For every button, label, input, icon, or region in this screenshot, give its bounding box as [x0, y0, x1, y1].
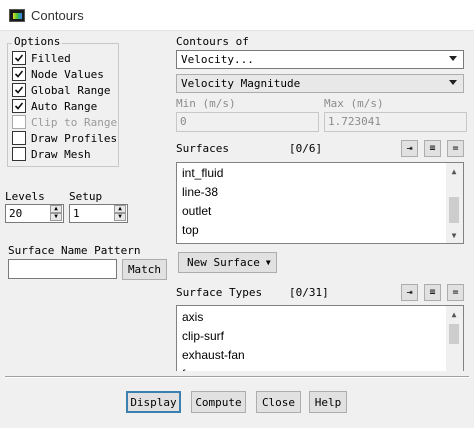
- option-draw-profiles[interactable]: Draw Profiles: [12, 131, 117, 145]
- checkbox: [12, 115, 26, 129]
- scroll-up-icon[interactable]: ▲: [446, 163, 462, 179]
- separator: [5, 376, 469, 378]
- levels-down-arrow-icon[interactable]: ▼: [50, 213, 62, 221]
- display-button[interactable]: Display: [126, 391, 181, 413]
- option-label: Draw Profiles: [31, 131, 118, 145]
- scroll-up-icon[interactable]: ▲: [446, 306, 462, 322]
- select-all-icon[interactable]: ≡: [424, 140, 441, 157]
- help-button[interactable]: Help: [309, 391, 347, 413]
- checkbox[interactable]: [12, 83, 26, 97]
- contours-of-label: Contours of: [176, 35, 249, 48]
- setup-up-arrow-icon[interactable]: ▲: [114, 205, 126, 213]
- checkbox[interactable]: [12, 99, 26, 113]
- list-item[interactable]: exhaust-fan: [177, 346, 446, 365]
- checkbox[interactable]: [12, 147, 26, 161]
- setup-spinner[interactable]: 1 ▲ ▼: [69, 204, 128, 223]
- checkbox[interactable]: [12, 131, 26, 145]
- scroll-thumb[interactable]: [449, 197, 459, 223]
- list-item[interactable]: axis: [177, 308, 446, 327]
- select-all-icon[interactable]: ≡: [424, 284, 441, 301]
- max-label: Max (m/s): [324, 97, 384, 110]
- deselect-all-icon[interactable]: =: [447, 140, 464, 157]
- surface-types-label: Surface Types: [176, 286, 263, 299]
- new-surface-button[interactable]: New Surface ▼: [178, 252, 277, 273]
- compute-button[interactable]: Compute: [191, 391, 246, 413]
- levels-label: Levels: [5, 190, 45, 203]
- list-item[interactable]: int_fluid: [177, 164, 446, 183]
- app-icon: [9, 9, 25, 22]
- surface-types-scrollbar[interactable]: ▲: [446, 306, 463, 371]
- min-field[interactable]: 0: [176, 112, 319, 132]
- surfaces-scrollbar[interactable]: ▲ ▼: [446, 163, 463, 243]
- option-label: Draw Mesh: [31, 147, 91, 161]
- checkbox[interactable]: [12, 51, 26, 65]
- match-button[interactable]: Match: [122, 259, 167, 280]
- window-title: Contours: [31, 8, 84, 23]
- levels-up-arrow-icon[interactable]: ▲: [50, 205, 62, 213]
- setup-label: Setup: [69, 190, 103, 203]
- levels-value: 20: [9, 207, 23, 220]
- select-toggle-icon[interactable]: ⇥: [401, 284, 418, 301]
- option-clip-to-range: Clip to Range: [12, 115, 117, 129]
- close-button[interactable]: Close: [256, 391, 301, 413]
- chevron-down-icon: [449, 80, 457, 85]
- new-surface-label: New Surface: [187, 256, 260, 269]
- surfaces-list[interactable]: int_fluid line-38 outlet top ▲ ▼: [176, 162, 464, 244]
- option-draw-mesh[interactable]: Draw Mesh: [12, 147, 91, 161]
- option-filled[interactable]: Filled: [12, 51, 71, 65]
- surface-types-count: [0/31]: [289, 286, 329, 299]
- chevron-down-icon: [449, 56, 457, 61]
- surface-name-pattern-input[interactable]: [8, 259, 117, 279]
- surface-types-list[interactable]: axisclip-surfexhaust-fanf ▲: [176, 305, 464, 371]
- checkbox[interactable]: [12, 67, 26, 81]
- options-legend: Options: [12, 35, 63, 48]
- option-label: Node Values: [31, 67, 104, 81]
- surfaces-count: [0/6]: [289, 142, 323, 155]
- contours-category-dropdown[interactable]: Velocity...: [176, 50, 464, 69]
- list-item[interactable]: clip-surf: [177, 327, 446, 346]
- option-global-range[interactable]: Global Range: [12, 83, 110, 97]
- scroll-down-icon[interactable]: ▼: [446, 227, 462, 243]
- option-label: Clip to Range: [31, 115, 118, 129]
- select-toggle-icon[interactable]: ⇥: [401, 140, 418, 157]
- list-item[interactable]: outlet: [177, 202, 446, 221]
- chevron-down-icon: ▼: [265, 258, 271, 267]
- list-item[interactable]: f: [177, 365, 446, 371]
- contours-category-value: Velocity...: [181, 53, 254, 66]
- levels-spinner[interactable]: 20 ▲ ▼: [5, 204, 64, 223]
- surfaces-label: Surfaces: [176, 142, 229, 155]
- min-label: Min (m/s): [176, 97, 236, 110]
- setup-value: 1: [73, 207, 80, 220]
- option-label: Auto Range: [31, 99, 98, 113]
- option-auto-range[interactable]: Auto Range: [12, 99, 97, 113]
- contours-quantity-dropdown[interactable]: Velocity Magnitude: [176, 74, 464, 93]
- option-label: Filled: [31, 51, 71, 65]
- list-item[interactable]: line-38: [177, 183, 446, 202]
- deselect-all-icon[interactable]: =: [447, 284, 464, 301]
- title-bar: Contours: [0, 0, 474, 31]
- max-field[interactable]: 1.723041: [324, 112, 467, 132]
- surface-name-pattern-label: Surface Name Pattern: [8, 244, 141, 257]
- option-label: Global Range: [31, 83, 111, 97]
- setup-down-arrow-icon[interactable]: ▼: [114, 213, 126, 221]
- list-item[interactable]: top: [177, 221, 446, 240]
- scroll-thumb[interactable]: [449, 324, 459, 344]
- option-node-values[interactable]: Node Values: [12, 67, 104, 81]
- contours-quantity-value: Velocity Magnitude: [181, 77, 301, 90]
